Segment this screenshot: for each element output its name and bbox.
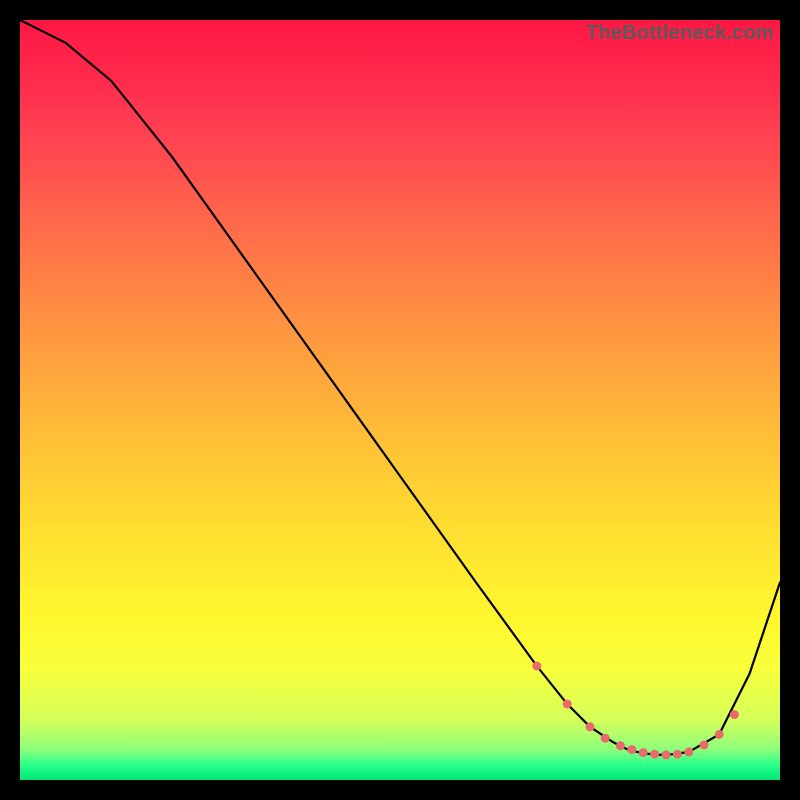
optimum-dot [730, 710, 739, 719]
optimum-dot [532, 662, 541, 671]
optimum-dot [586, 722, 595, 731]
bottleneck-curve [20, 20, 780, 780]
optimum-dot [673, 750, 682, 759]
optimum-dots [532, 662, 739, 760]
optimum-dot [563, 700, 572, 709]
plot-area: TheBottleneck.com [20, 20, 780, 780]
optimum-dot [627, 745, 636, 754]
optimum-dot [650, 750, 659, 759]
curve-path [20, 20, 780, 755]
chart-frame: TheBottleneck.com [0, 0, 800, 800]
optimum-dot [616, 741, 625, 750]
optimum-dot [639, 748, 648, 757]
optimum-dot [684, 747, 693, 756]
optimum-dot [715, 730, 724, 739]
optimum-dot [601, 734, 610, 743]
optimum-dot [700, 741, 709, 750]
optimum-dot [662, 750, 671, 759]
